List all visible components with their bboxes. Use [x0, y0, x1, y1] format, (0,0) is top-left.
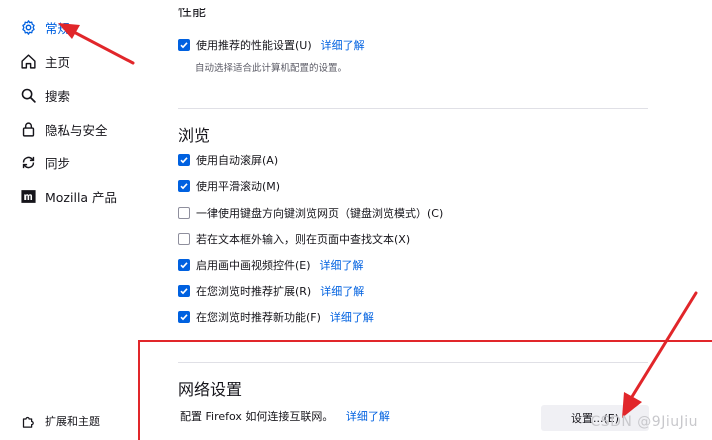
sidebar-item-label: 隐私与安全 — [45, 122, 108, 138]
option-label: 使用平滑滚动(M) — [196, 180, 281, 193]
sidebar-item-label: 扩展和主题 — [45, 415, 100, 428]
option-label: 一律使用键盘方向键浏览网页（键盘浏览模式）(C) — [196, 207, 444, 220]
checkbox-checked[interactable] — [178, 180, 190, 192]
option-picture-in-picture[interactable]: 启用画中画视频控件(E) 详细了解 — [178, 256, 364, 274]
learn-more-link[interactable]: 详细了解 — [320, 257, 364, 273]
performance-hint: 自动选择适合此计算机配置的设置。 — [195, 63, 348, 74]
sidebar-item-privacy[interactable]: 隐私与安全 — [20, 118, 108, 140]
checkbox-unchecked[interactable] — [178, 207, 190, 219]
option-label: 若在文本框外输入，则在页面中查找文本(X) — [196, 233, 411, 246]
sidebar-item-label: 常规 — [45, 20, 71, 36]
sidebar-item-mozilla[interactable]: Mozilla 产品 — [20, 185, 117, 207]
sync-icon — [20, 154, 37, 171]
option-label: 在您浏览时推荐新功能(F) — [196, 311, 321, 324]
learn-more-link[interactable]: 详细了解 — [320, 283, 364, 299]
option-smooth-scroll[interactable]: 使用平滑滚动(M) — [178, 177, 280, 195]
puzzle-icon — [20, 413, 37, 430]
learn-more-link[interactable]: 详细了解 — [321, 37, 365, 53]
search-icon — [20, 87, 37, 104]
option-caret-browsing[interactable]: 一律使用键盘方向键浏览网页（键盘浏览模式）(C) — [178, 204, 443, 222]
option-recommend-extensions[interactable]: 在您浏览时推荐扩展(R) 详细了解 — [178, 282, 364, 300]
watermark: CSDN @9JiuJiu — [590, 414, 698, 430]
sidebar-item-label: 主页 — [45, 54, 71, 70]
option-label: 使用推荐的性能设置(U) — [196, 39, 312, 52]
home-icon — [20, 53, 37, 70]
option-label: 在您浏览时推荐扩展(R) — [196, 285, 312, 298]
checkbox-checked[interactable] — [178, 311, 190, 323]
checkbox-checked[interactable] — [178, 154, 190, 166]
sidebar-item-label: Mozilla 产品 — [45, 189, 118, 205]
sidebar-item-general[interactable]: 常规 — [20, 16, 70, 38]
mozilla-icon — [20, 188, 37, 205]
checkbox-checked[interactable] — [178, 39, 190, 51]
sidebar-item-search[interactable]: 搜索 — [20, 84, 70, 106]
browsing-heading: 浏览 — [178, 126, 211, 145]
option-autoscroll[interactable]: 使用自动滚屏(A) — [178, 151, 278, 169]
sidebar-item-extensions[interactable]: 扩展和主题 — [20, 410, 100, 432]
sidebar: 常规 主页 搜索 隐私与安全 同步 Mozilla 产品 扩展和主题 — [0, 0, 150, 440]
checkbox-checked[interactable] — [178, 259, 190, 271]
lock-icon — [20, 121, 37, 138]
checkbox-unchecked[interactable] — [178, 233, 190, 245]
option-find-as-you-type[interactable]: 若在文本框外输入，则在页面中查找文本(X) — [178, 230, 410, 248]
checkbox-checked[interactable] — [178, 285, 190, 297]
gear-icon — [20, 19, 37, 36]
sidebar-item-sync[interactable]: 同步 — [20, 151, 70, 173]
option-label: 使用自动滚屏(A) — [196, 154, 279, 167]
performance-recommended-option[interactable]: 使用推荐的性能设置(U) 详细了解 — [178, 36, 365, 54]
performance-heading: 性能 — [178, 8, 206, 20]
sidebar-item-home[interactable]: 主页 — [20, 50, 70, 72]
learn-more-link[interactable]: 详细了解 — [330, 309, 374, 325]
option-label: 启用画中画视频控件(E) — [196, 259, 311, 272]
sidebar-item-label: 同步 — [45, 155, 71, 171]
divider — [178, 108, 648, 109]
sidebar-item-label: 搜索 — [45, 88, 71, 104]
option-recommend-features[interactable]: 在您浏览时推荐新功能(F) 详细了解 — [178, 308, 374, 326]
